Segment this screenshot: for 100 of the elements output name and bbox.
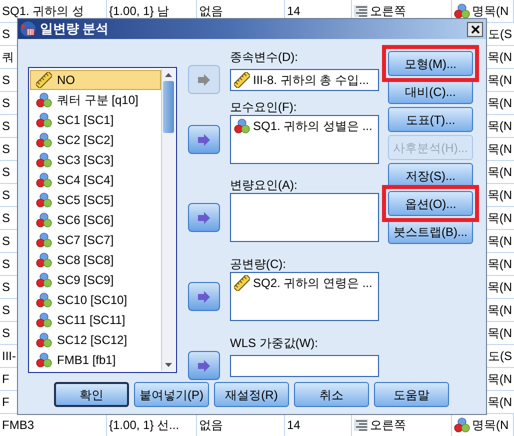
close-button[interactable]: [467, 22, 483, 36]
variable-item[interactable]: SC7 [SC7]: [30, 230, 161, 250]
dialog-button[interactable]: 도움말: [374, 382, 449, 407]
three-circles-icon: [36, 332, 52, 348]
table-cell-text: S: [1, 325, 12, 342]
field-label: 종속변수(D):: [230, 49, 299, 65]
variable-item[interactable]: SC3 [SC3]: [30, 150, 161, 170]
variable-item[interactable]: SC1 [SC1]: [30, 110, 161, 130]
three-circles-icon: [36, 292, 52, 308]
ruler-icon: [234, 275, 250, 291]
table-cell-text: S: [1, 118, 12, 135]
dialog-button[interactable]: 확인: [54, 382, 129, 407]
table-cell-text: S: [1, 279, 12, 296]
field-label: 공변량(C):: [230, 256, 287, 272]
ruler-icon: [234, 72, 250, 88]
table-cell-text: S: [1, 72, 12, 89]
table-cell-text: S: [1, 210, 12, 227]
variable-item[interactable]: SC10 [SC10]: [30, 290, 161, 310]
target-field[interactable]: SQ2. 귀하의 연령은 ...: [230, 272, 379, 321]
table-cell-text: 목(N: [487, 394, 513, 411]
move-button[interactable]: [188, 282, 220, 311]
target-field[interactable]: SQ1. 귀하의 성별은 ...: [230, 115, 379, 164]
field-label: 변량요인(A):: [230, 177, 298, 193]
three-circles-icon: [234, 118, 250, 134]
table-cell-text: S: [1, 164, 12, 181]
arrow-icon: [197, 74, 211, 86]
field-item[interactable]: III-8. 귀하의 총 수입...: [234, 70, 375, 88]
table-cell-text: F: [1, 394, 10, 411]
app-icon: [20, 21, 36, 37]
table-cell-text: F: [1, 371, 10, 388]
table-cell-text: S: [1, 256, 12, 273]
table-cell-text: III-: [1, 348, 17, 365]
three-circles-icon: [454, 417, 470, 433]
variable-item[interactable]: FMB1 [fb1]: [30, 350, 161, 370]
table-cell-text: 목(N: [487, 256, 513, 273]
three-circles-icon: [36, 192, 52, 208]
table-cell-text: 목(N: [487, 302, 513, 319]
table-cell-text: 목(N: [487, 95, 513, 112]
three-circles-icon: [36, 272, 52, 288]
variable-item[interactable]: SC11 [SC11]: [30, 310, 161, 330]
variable-item[interactable]: 쿼터 구분 [q10]: [30, 90, 161, 110]
three-circles-icon: [36, 352, 52, 368]
table-cell-text: 목(N: [487, 371, 513, 388]
table-cell-text: 목(N: [487, 72, 513, 89]
three-circles-icon: [36, 312, 52, 328]
dialog-button[interactable]: 모형(M)...: [388, 51, 473, 76]
arrow-icon: [197, 134, 211, 146]
table-cell-text: 도(S: [488, 348, 513, 365]
variable-item[interactable]: SC8 [SC8]: [30, 250, 161, 270]
move-button[interactable]: [188, 351, 220, 380]
table-cell-text: 목(N: [487, 233, 513, 250]
table-cell-text: S: [1, 26, 12, 43]
window-title: 일변량 분석: [40, 20, 109, 38]
table-cell-text: 목(N: [487, 118, 513, 135]
close-icon: [470, 24, 480, 34]
variable-item[interactable]: SC4 [SC4]: [30, 170, 161, 190]
field-label: WLS 가중값(W):: [230, 335, 319, 351]
field-label: 모수요인(F):: [230, 99, 298, 115]
table-cell-text: S: [1, 141, 12, 158]
variable-item[interactable]: SC6 [SC6]: [30, 210, 161, 230]
move-button[interactable]: [188, 203, 220, 232]
target-field[interactable]: III-8. 귀하의 총 수입...: [230, 68, 379, 90]
variable-item[interactable]: NO: [30, 70, 161, 90]
variable-item[interactable]: SC9 [SC9]: [30, 270, 161, 290]
three-circles-icon: [36, 252, 52, 268]
field-item[interactable]: SQ2. 귀하의 연령은 ...: [234, 274, 375, 292]
three-circles-icon: [36, 212, 52, 228]
table-cell-text: 목(N: [487, 49, 513, 66]
table-cell-text: 목(N: [487, 279, 513, 296]
variable-item[interactable]: SC2 [SC2]: [30, 130, 161, 150]
ruler-icon: [36, 72, 52, 88]
table-cell-text: S: [1, 187, 12, 204]
table-cell-text: 목(N: [487, 187, 513, 204]
table-cell-text: 목(N: [487, 164, 513, 181]
variable-item[interactable]: SC5 [SC5]: [30, 190, 161, 210]
three-circles-icon: [36, 92, 52, 108]
field-item[interactable]: SQ1. 귀하의 성별은 ...: [234, 117, 375, 135]
variable-item[interactable]: SC12 [SC12]: [30, 330, 161, 350]
arrow-icon: [197, 360, 211, 372]
scroll-thumb[interactable]: [163, 81, 174, 133]
arrow-icon: [197, 212, 211, 224]
table-cell-text: S: [1, 302, 12, 319]
table-cell-text: 목(N: [487, 210, 513, 227]
target-field[interactable]: [230, 193, 379, 242]
move-button[interactable]: [188, 125, 220, 154]
scrollbar[interactable]: [161, 69, 175, 371]
dialog-button[interactable]: 재설정(R): [214, 382, 289, 407]
three-circles-icon: [36, 132, 52, 148]
target-field[interactable]: [230, 354, 379, 376]
table-cell-text: S: [1, 233, 12, 250]
three-circles-icon: [454, 3, 470, 19]
three-circles-icon: [36, 232, 52, 248]
three-circles-icon: [36, 152, 52, 168]
dialog-button[interactable]: 옵션(O)...: [388, 191, 473, 216]
table-cell-text: S: [1, 95, 12, 112]
dialog-button[interactable]: 취소: [294, 382, 369, 407]
table-cell-text: 목(N: [487, 141, 513, 158]
dialog-button[interactable]: 도표(T)...: [388, 107, 473, 132]
dialog-button[interactable]: 붙여넣기(P): [134, 382, 209, 407]
three-circles-icon: [36, 172, 52, 188]
